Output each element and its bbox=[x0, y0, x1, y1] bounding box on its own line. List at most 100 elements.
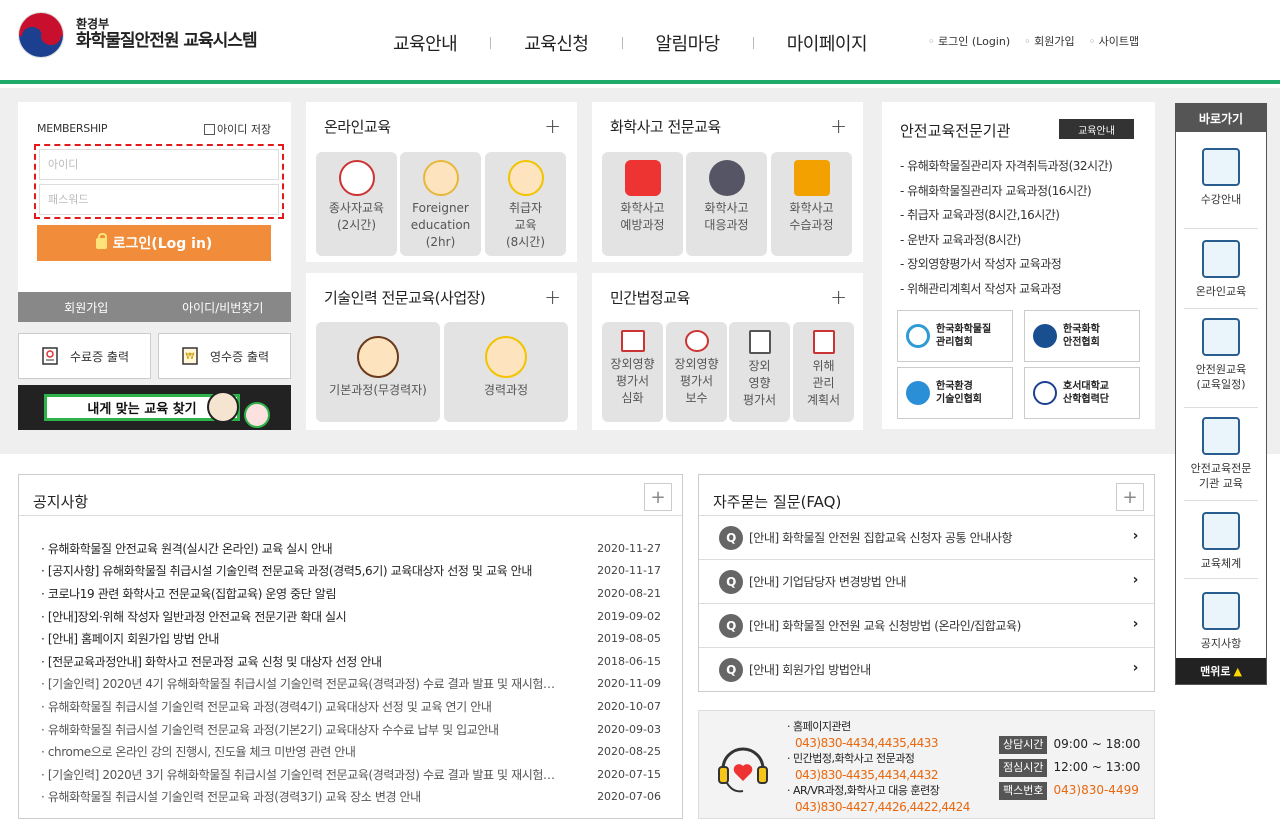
notice-row[interactable]: [기술인력] 2020년 3기 유해화학물질 취급시설 기술인력 전문교육(경력… bbox=[41, 763, 661, 786]
tile-offsite-refresh[interactable]: 장외영향 평가서 보수 bbox=[666, 322, 727, 422]
find-account-button[interactable]: 아이디/비번찾기 bbox=[155, 292, 292, 322]
faq-item[interactable]: Q [안내] 화학물질 안전원 집합교육 신청자 공통 안내사항 › bbox=[699, 515, 1154, 559]
notice-title-link[interactable]: [안내] 홈페이지 회원가입 방법 안내 bbox=[41, 630, 219, 647]
quick-menu-title: 바로가기 bbox=[1176, 104, 1266, 132]
notice-row[interactable]: 유해화학물질 안전교육 원격(실시간 온라인) 교육 실시 안내 2020-11-… bbox=[41, 537, 661, 560]
more-plus-icon[interactable]: + bbox=[644, 483, 672, 511]
course-link[interactable]: 장외영향평가서 작성자 교육과정 bbox=[900, 252, 1112, 277]
lunch-value: 12:00 ~ 13:00 bbox=[1053, 760, 1141, 774]
course-link[interactable]: 유해화학물질관리자 교육과정(16시간) bbox=[900, 179, 1112, 204]
tile-accident-response[interactable]: 화학사고 대응과정 bbox=[686, 152, 767, 256]
faq-title: 자주묻는 질문(FAQ) bbox=[713, 493, 842, 511]
quick-online-edu[interactable]: 온라인교육 bbox=[1176, 240, 1266, 299]
tile-worker-edu[interactable]: 종사자교육 (2시간) bbox=[316, 152, 397, 256]
tile-foreigner-edu[interactable]: Foreigner education (2hr) bbox=[400, 152, 481, 256]
course-link[interactable]: 위해관리계획서 작성자 교육과정 bbox=[900, 277, 1112, 302]
login-button[interactable]: 로그인(Log in) bbox=[37, 225, 271, 261]
faq-item[interactable]: Q [안내] 회원가입 방법안내 › bbox=[699, 647, 1154, 691]
tile-risk-plan[interactable]: 위해 관리 계획서 bbox=[793, 322, 854, 422]
top-label: 맨위로 bbox=[1200, 665, 1231, 678]
sitemap-link[interactable]: 사이트맵 bbox=[1089, 33, 1139, 49]
notice-row[interactable]: [전문교육과정안내] 화학사고 전문과정 교육 신청 및 대상자 선정 안내 20… bbox=[41, 650, 661, 673]
notice-row[interactable]: 유해화학물질 취급시설 기술인력 전문교육 과정(경력4기) 교육대상자 선정 … bbox=[41, 695, 661, 718]
assoc-hoseo[interactable]: 호서대학교 산학협력단 bbox=[1024, 367, 1140, 419]
notice-date: 2019-09-02 bbox=[597, 609, 661, 623]
notice-row[interactable]: chrome으로 온라인 강의 진행시, 진도율 체크 미반영 관련 안내 202… bbox=[41, 740, 661, 763]
notice-title-link[interactable]: 유해화학물질 안전교육 원격(실시간 온라인) 교육 실시 안내 bbox=[41, 540, 332, 557]
course-link[interactable]: 취급자 교육과정(8시간,16시간) bbox=[900, 203, 1112, 228]
course-link[interactable]: 유해화학물질관리자 자격취득과정(32시간) bbox=[900, 154, 1113, 179]
notice-title-link[interactable]: [기술인력] 2020년 4기 유해화학물질 취급시설 기술인력 전문교육(경력… bbox=[41, 675, 555, 692]
notice-row[interactable]: 유해화학물질 취급시설 기술인력 전문교육 과정(기본2기) 교육대상자 수수료… bbox=[41, 718, 661, 741]
more-plus-icon[interactable]: + bbox=[1116, 483, 1144, 511]
quick-schedule[interactable]: 안전원교육 (교육일정) bbox=[1176, 318, 1266, 393]
tile-basic-course[interactable]: 기본과정(무경력자) bbox=[316, 322, 440, 422]
checkbox-icon[interactable] bbox=[204, 123, 215, 135]
nav-notice-board[interactable]: 알림마당 bbox=[623, 30, 753, 56]
nav-edu-apply[interactable]: 교육신청 bbox=[491, 30, 621, 56]
plus-icon[interactable]: + bbox=[544, 114, 561, 138]
login-link[interactable]: 로그인 (Login) bbox=[928, 33, 1010, 49]
contact-number: 043)830-4427,4426,4422,4424 bbox=[795, 800, 970, 814]
notice-row[interactable]: 유해화학물질 취급시설 기술인력 전문교육 과정(경력3기) 교육 장소 변경 … bbox=[41, 786, 661, 809]
faq-item[interactable]: Q [안내] 화학물질 안전원 교육 신청방법 (온라인/집합교육) › bbox=[699, 603, 1154, 647]
assoc-kcsa[interactable]: 한국화학 안전협회 bbox=[1024, 310, 1140, 362]
fax-tag: 팩스번호 bbox=[999, 781, 1048, 800]
join-button[interactable]: 회원가입 bbox=[18, 292, 155, 322]
notice-title-link[interactable]: 코로나19 관련 화학사고 전문교육(집합교육) 운영 중단 알림 bbox=[41, 585, 336, 602]
assoc-keta[interactable]: 한국환경 기술인협회 bbox=[897, 367, 1013, 419]
faq-item[interactable]: Q [안내] 기업담당자 변경방법 안내 › bbox=[699, 559, 1154, 603]
notice-title-link[interactable]: chrome으로 온라인 강의 진행시, 진도율 체크 미반영 관련 안내 bbox=[41, 743, 356, 760]
edu-guide-button[interactable]: 교육안내 bbox=[1059, 119, 1134, 139]
people-icon bbox=[684, 330, 709, 352]
notice-row[interactable]: 코로나19 관련 화학사고 전문교육(집합교육) 운영 중단 알림 2020-08… bbox=[41, 582, 661, 605]
tile-accident-recovery[interactable]: 화학사고 수습과정 bbox=[771, 152, 852, 256]
notice-title-link[interactable]: 유해화학물질 취급시설 기술인력 전문교육 과정(경력4기) 교육대상자 선정 … bbox=[41, 698, 492, 715]
quick-institution-edu[interactable]: 안전교육전문 기관 교육 bbox=[1176, 417, 1266, 492]
notice-title-link[interactable]: [전문교육과정안내] 화학사고 전문과정 교육 신청 및 대상자 선정 안내 bbox=[41, 653, 382, 670]
assoc-kcma[interactable]: 한국화학물질 관리협회 bbox=[897, 310, 1013, 362]
nav-edu-info[interactable]: 교육안내 bbox=[360, 30, 490, 56]
receipt-print-button[interactable]: ₩ 영수증 출력 bbox=[158, 333, 291, 379]
online-edu-card: 온라인교육 + 종사자교육 (2시간) Foreigner education … bbox=[306, 102, 577, 262]
plus-icon[interactable]: + bbox=[830, 285, 847, 309]
notice-title-link[interactable]: 유해화학물질 취급시설 기술인력 전문교육 과정(경력3기) 교육 장소 변경 … bbox=[41, 788, 421, 805]
foreigner-face-icon bbox=[422, 160, 459, 196]
tile-label: 취급자 교육 (8시간) bbox=[505, 201, 546, 249]
notice-title-link[interactable]: 유해화학물질 취급시설 기술인력 전문교육 과정(기본2기) 교육대상자 수수료… bbox=[41, 721, 499, 738]
course-link[interactable]: 운반자 교육과정(8시간) bbox=[900, 228, 1112, 253]
quick-label: 안전원교육 (교육일정) bbox=[1195, 363, 1247, 392]
notice-title-link[interactable]: [안내]장외·위해 작성자 일반과정 안전교육 전문기관 확대 실시 bbox=[41, 608, 346, 625]
tile-handler-edu[interactable]: 취급자 교육 (8시간) bbox=[485, 152, 566, 256]
plus-icon[interactable]: + bbox=[544, 285, 561, 309]
monitor-icon bbox=[1202, 240, 1240, 278]
notice-row[interactable]: [공지사항] 유해화학물질 취급시설 기술인력 전문교육 과정(경력5,6기) … bbox=[41, 560, 661, 583]
password-input[interactable] bbox=[39, 184, 279, 215]
hexagon-logo-icon bbox=[906, 324, 930, 348]
notice-title-link[interactable]: [공지사항] 유해화학물질 취급시설 기술인력 전문교육 과정(경력5,6기) … bbox=[41, 562, 532, 579]
divider bbox=[1184, 500, 1258, 501]
quick-notice[interactable]: 공지사항 bbox=[1176, 592, 1266, 651]
tile-offsite-report[interactable]: 장외 영향 평가서 bbox=[729, 322, 790, 422]
tile-label: 경력과정 bbox=[483, 383, 529, 397]
hours-value: 09:00 ~ 18:00 bbox=[1053, 737, 1141, 751]
notice-row[interactable]: [안내]장외·위해 작성자 일반과정 안전교육 전문기관 확대 실시 2019-0… bbox=[41, 605, 661, 628]
save-id-checkbox[interactable]: 아이디 저장 bbox=[204, 121, 271, 137]
tile-label: 기본과정(무경력자) bbox=[329, 383, 427, 397]
site-logo[interactable]: 환경부 화학물질안전원 교육시스템 bbox=[18, 12, 258, 58]
notice-title-link[interactable]: [기술인력] 2020년 3기 유해화학물질 취급시설 기술인력 전문교육(경력… bbox=[41, 766, 555, 783]
id-input[interactable] bbox=[39, 149, 279, 180]
tile-accident-prevent[interactable]: 화학사고 예방과정 bbox=[602, 152, 683, 256]
tile-offsite-advanced[interactable]: 장외영향 평가서 심화 bbox=[602, 322, 663, 422]
scroll-top-button[interactable]: 맨위로 ▲ bbox=[1176, 658, 1266, 684]
notice-row[interactable]: [기술인력] 2020년 4기 유해화학물질 취급시설 기술인력 전문교육(경력… bbox=[41, 673, 661, 696]
quick-edu-system[interactable]: 교육체계 bbox=[1176, 512, 1266, 571]
join-link[interactable]: 회원가입 bbox=[1024, 33, 1074, 49]
certificate-print-button[interactable]: 수료증 출력 bbox=[18, 333, 151, 379]
tile-career-course[interactable]: 경력과정 bbox=[444, 322, 568, 422]
plus-icon[interactable]: + bbox=[830, 114, 847, 138]
tile-label: 화학사고 대응과정 bbox=[704, 201, 749, 232]
quick-course-guide[interactable]: 수강안내 bbox=[1176, 148, 1266, 207]
notice-row[interactable]: [안내] 홈페이지 회원가입 방법 안내 2019-08-05 bbox=[41, 627, 661, 650]
nav-mypage[interactable]: 마이페이지 bbox=[754, 30, 900, 56]
